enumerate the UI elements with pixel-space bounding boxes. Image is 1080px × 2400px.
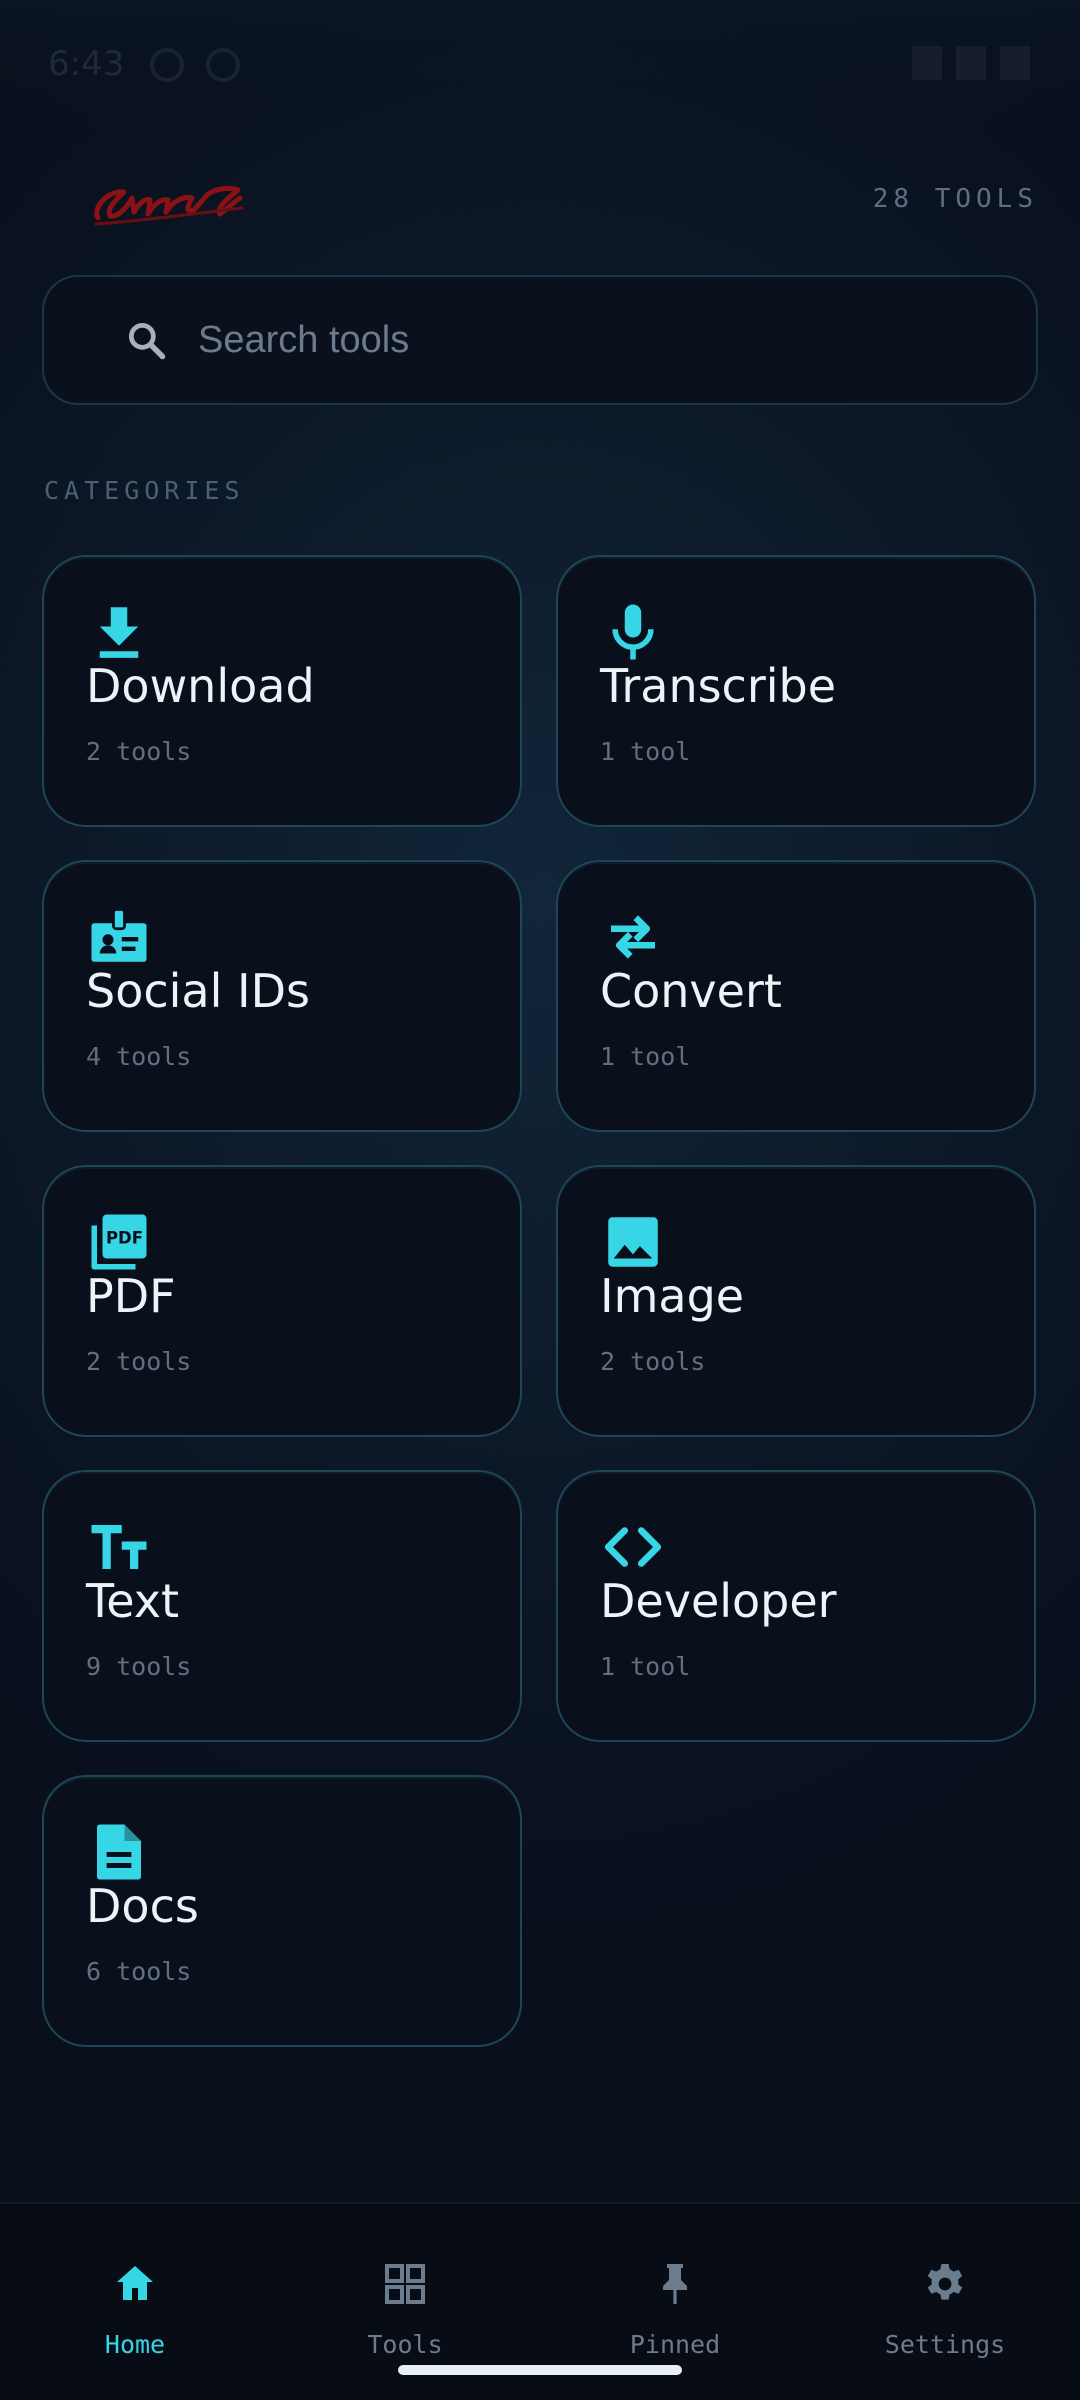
- category-title: Download: [86, 659, 315, 713]
- nav-item-home[interactable]: Home: [0, 2204, 270, 2400]
- category-count: 2 tools: [86, 737, 192, 766]
- status-bar: 6:43: [0, 0, 1080, 130]
- category-card-transcribe[interactable]: Transcribe 1 tool: [556, 555, 1036, 827]
- category-card-pdf[interactable]: PDF PDF 2 tools: [42, 1165, 522, 1437]
- tools-count: 28 TOOLS: [872, 184, 1038, 214]
- category-title: Text: [86, 1574, 180, 1628]
- category-title: Convert: [600, 964, 782, 1018]
- status-time: 6:43: [48, 44, 125, 84]
- category-title: Developer: [600, 1574, 837, 1628]
- download-icon: [99, 607, 139, 658]
- home-icon: [117, 2266, 153, 2300]
- category-card-social-ids[interactable]: Social IDs 4 tools: [42, 860, 522, 1132]
- sync-icon: [206, 48, 240, 82]
- status-icons: [912, 46, 1030, 80]
- microphone-icon: [612, 604, 654, 660]
- category-card-image[interactable]: Image 2 tools: [556, 1165, 1036, 1437]
- text-size-icon: [91, 1525, 147, 1569]
- nav-label: Pinned: [629, 2330, 721, 2359]
- wifi-icon: [912, 46, 942, 80]
- category-count: 1 tool: [600, 737, 691, 766]
- category-card-developer[interactable]: Developer 1 tool: [556, 1470, 1036, 1742]
- notification-icon: [150, 48, 184, 82]
- pdf-icon: PDF: [91, 1214, 147, 1270]
- grid-icon: [385, 2264, 425, 2304]
- category-title: Social IDs: [86, 964, 310, 1018]
- swap-arrows-icon: [611, 915, 655, 959]
- category-card-docs[interactable]: Docs 6 tools: [42, 1775, 522, 2047]
- category-count: 4 tools: [86, 1042, 192, 1071]
- code-icon: [604, 1527, 662, 1567]
- svg-text:PDF: PDF: [106, 1228, 143, 1247]
- category-title: Image: [600, 1269, 745, 1323]
- home-indicator[interactable]: [398, 2365, 682, 2375]
- signal-icon: [956, 46, 986, 80]
- battery-icon: [1000, 46, 1030, 80]
- category-card-download[interactable]: Download 2 tools: [42, 555, 522, 827]
- nav-item-settings[interactable]: Settings: [810, 2204, 1080, 2400]
- id-badge-icon: [91, 908, 147, 962]
- app-logo: [94, 185, 244, 226]
- pin-icon: [663, 2264, 687, 2304]
- document-icon: [97, 1824, 141, 1880]
- category-count: 6 tools: [86, 1957, 192, 1986]
- category-card-text[interactable]: Text 9 tools: [42, 1470, 522, 1742]
- category-title: Docs: [86, 1879, 199, 1933]
- section-label: CATEGORIES: [44, 476, 245, 505]
- gear-icon: [927, 2264, 963, 2300]
- search-icon: [128, 322, 166, 360]
- search-field[interactable]: Search tools: [42, 275, 1038, 405]
- nav-label: Settings: [884, 2330, 1006, 2359]
- nav-label: Tools: [367, 2330, 443, 2359]
- search-placeholder: Search tools: [198, 318, 410, 361]
- category-count: 2 tools: [86, 1347, 192, 1376]
- image-icon: [608, 1217, 658, 1267]
- category-count: 1 tool: [600, 1652, 691, 1681]
- category-count: 2 tools: [600, 1347, 706, 1376]
- category-title: PDF: [86, 1269, 176, 1323]
- category-count: 1 tool: [600, 1042, 691, 1071]
- nav-label: Home: [104, 2330, 166, 2359]
- category-card-convert[interactable]: Convert 1 tool: [556, 860, 1036, 1132]
- category-title: Transcribe: [600, 659, 837, 713]
- category-count: 9 tools: [86, 1652, 192, 1681]
